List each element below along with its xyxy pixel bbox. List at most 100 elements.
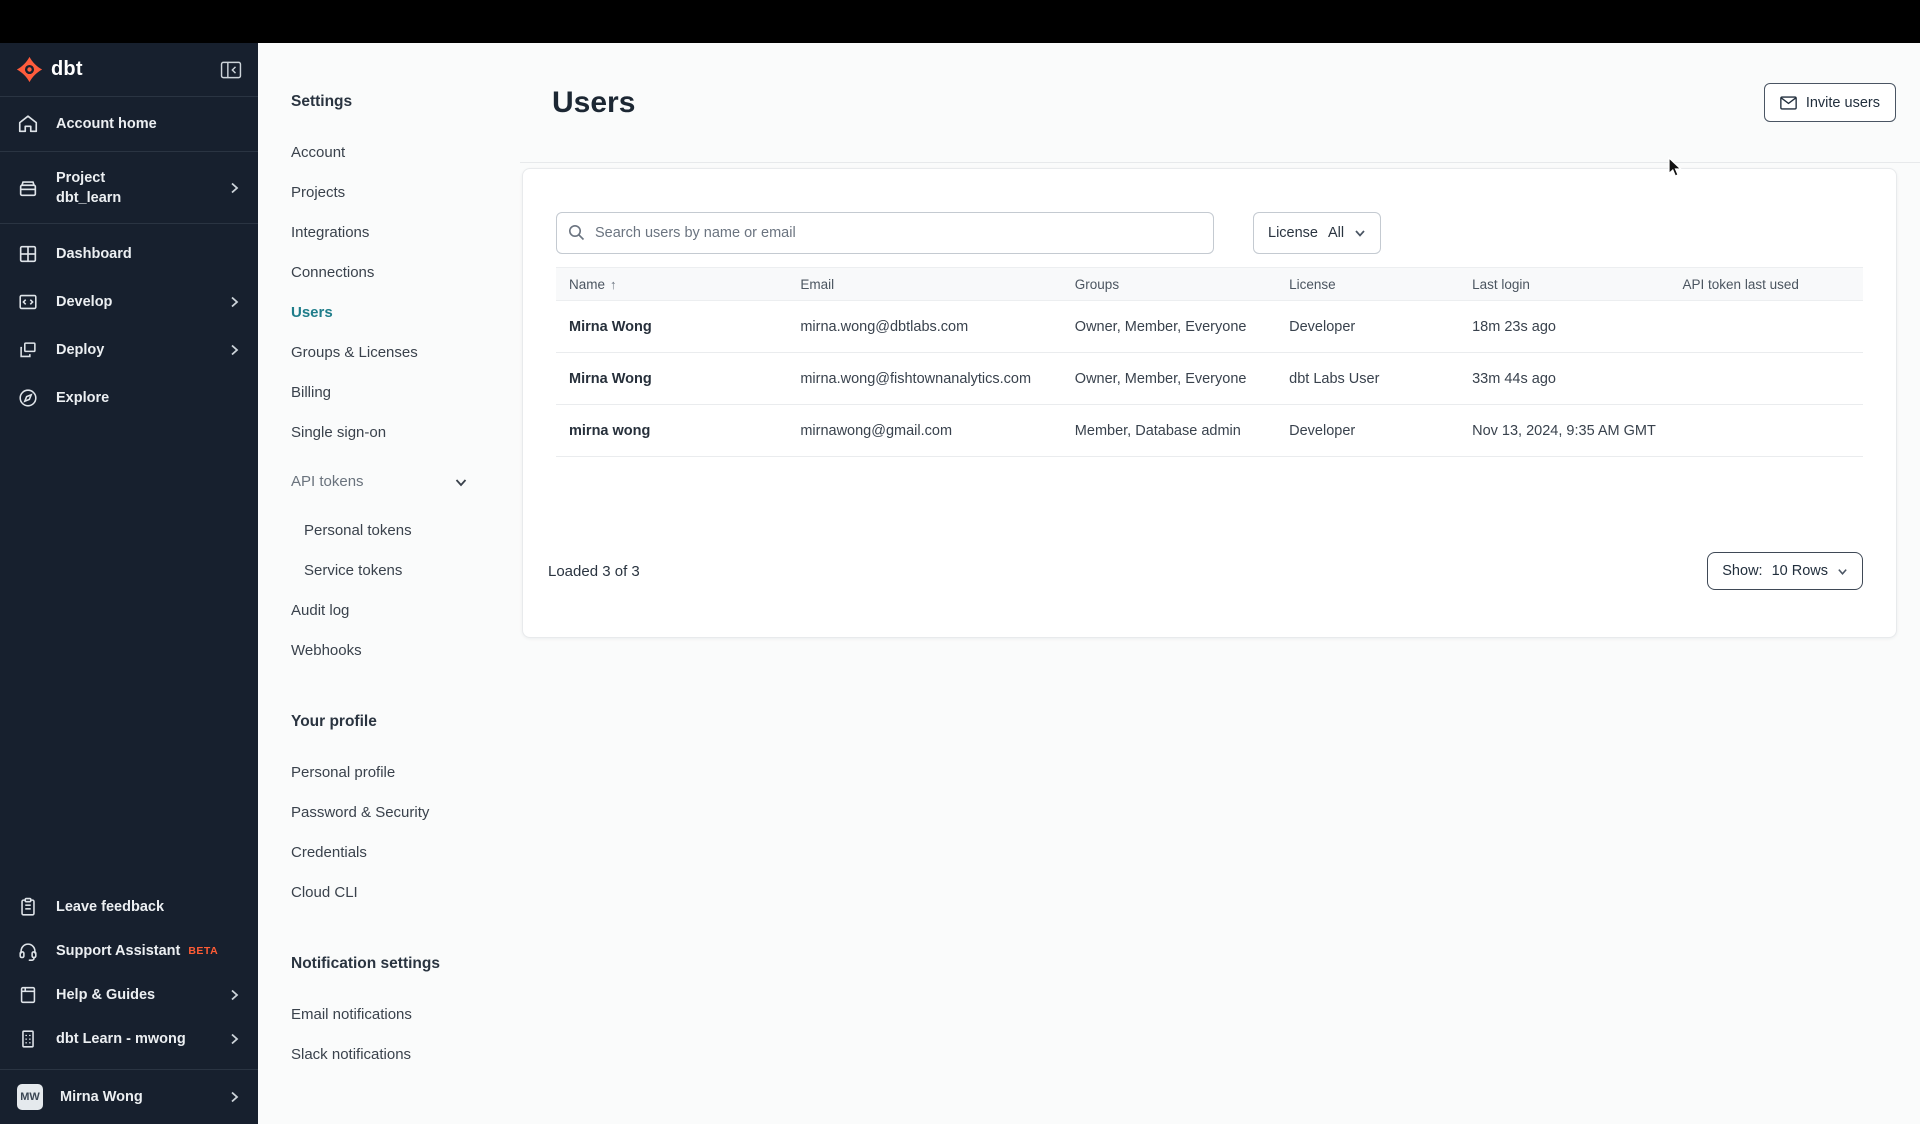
settings-nav-item-slack-notifications[interactable]: Slack notifications <box>291 1035 520 1075</box>
sidebar-user-menu[interactable]: MW Mirna Wong <box>0 1070 258 1124</box>
sidebar-item-account-home[interactable]: Account home <box>0 97 258 152</box>
column-header-last-login[interactable]: Last login <box>1459 277 1669 292</box>
search-field-wrap <box>556 212 1214 254</box>
column-header-name[interactable]: Name ↑ <box>556 277 787 292</box>
develop-icon <box>19 294 37 310</box>
user-groups-cell: Member, Database admin <box>1074 422 1241 439</box>
page-header: Users Invite users <box>520 43 1920 163</box>
settings-nav-item-integrations[interactable]: Integrations <box>291 213 520 253</box>
settings-nav-item-label: Users <box>291 304 333 321</box>
sidebar-item-leave-feedback[interactable]: Leave feedback <box>0 885 258 929</box>
table-row[interactable]: Mirna Wong mirna.wong@fishtownanalytics.… <box>556 353 1863 405</box>
sidebar-item-develop[interactable]: Develop <box>0 278 258 326</box>
sidebar-item-label: Develop <box>56 293 113 310</box>
chevron-right-icon <box>231 989 239 1001</box>
table-row[interactable]: Mirna Wong mirna.wong@dbtlabs.com Owner,… <box>556 301 1863 353</box>
settings-nav-item-users[interactable]: Users <box>272 293 520 333</box>
settings-nav-item-cloud-cli[interactable]: Cloud CLI <box>291 873 520 913</box>
settings-nav-item-personal-tokens[interactable]: Personal tokens <box>291 511 520 551</box>
sidebar-item-label: Explore <box>56 389 110 406</box>
sidebar-item-label: Support Assistant <box>56 942 181 959</box>
sidebar-item-deploy[interactable]: Deploy <box>0 326 258 374</box>
settings-nav-item-email-notifications[interactable]: Email notifications <box>291 995 520 1035</box>
search-input[interactable] <box>556 212 1214 254</box>
user-groups-cell: Owner, Member, Everyone <box>1074 370 1247 387</box>
settings-nav-item-credentials[interactable]: Credentials <box>291 833 520 873</box>
user-last-login-cell: 18m 23s ago <box>1472 318 1556 335</box>
settings-nav-item-single-sign-on[interactable]: Single sign-on <box>291 413 520 453</box>
column-header-email[interactable]: Email <box>787 277 1061 292</box>
sidebar-item-help-guides[interactable]: Help & Guides <box>0 973 258 1017</box>
user-license-cell: Developer <box>1289 422 1356 439</box>
dbt-logo-text: dbt <box>51 58 83 80</box>
top-black-bar <box>0 0 1920 43</box>
user-email-cell: mirna.wong@dbtlabs.com <box>800 318 969 335</box>
settings-nav-title: Settings <box>291 93 353 110</box>
chevron-down-icon <box>455 479 467 487</box>
deploy-icon <box>20 342 36 358</box>
users-toolbar: License All <box>523 169 1896 254</box>
sidebar-item-dbt-learn-account[interactable]: dbt Learn - mwong <box>0 1017 258 1061</box>
settings-nav-item-projects[interactable]: Projects <box>291 173 520 213</box>
settings-nav-item-personal-profile[interactable]: Personal profile <box>291 753 520 793</box>
settings-nav-item-groups-licenses[interactable]: Groups & Licenses <box>291 333 520 373</box>
show-label: Show: <box>1722 563 1763 579</box>
invite-users-button[interactable]: Invite users <box>1763 83 1896 122</box>
beta-badge: BETA <box>188 945 219 957</box>
sidebar-project-name: dbt_learn <box>56 189 122 206</box>
table-footer: Loaded 3 of 3 Show: 10 Rows <box>548 552 1863 590</box>
sidebar-item-explore[interactable]: Explore <box>0 374 258 422</box>
chevron-right-icon <box>231 344 239 356</box>
your-profile-title: Your profile <box>291 713 377 730</box>
chevron-down-icon <box>1838 568 1847 575</box>
settings-nav-item-api-tokens[interactable]: API tokens <box>291 462 520 502</box>
sidebar-item-label: Leave feedback <box>56 898 165 915</box>
user-license-cell: dbt Labs User <box>1289 370 1380 387</box>
loaded-count-text: Loaded 3 of 3 <box>548 562 640 580</box>
settings-nav-item-service-tokens[interactable]: Service tokens <box>291 551 520 591</box>
table-row[interactable]: mirna wong mirnawong@gmail.com Member, D… <box>556 405 1863 457</box>
dbt-logo-icon <box>16 56 43 83</box>
license-filter-dropdown[interactable]: License All <box>1253 212 1382 254</box>
chevron-right-icon <box>231 296 239 308</box>
sidebar-item-support-assistant[interactable]: Support Assistant BETA <box>0 929 258 973</box>
sidebar-item-project[interactable]: Project dbt_learn <box>0 152 258 224</box>
sidebar-item-label: Project <box>56 170 106 187</box>
settings-nav-item-label: API tokens <box>291 473 364 490</box>
users-content: License All Name↑ Email Groups License L… <box>520 163 1920 638</box>
sidebar-item-label: Dashboard <box>56 245 132 262</box>
sidebar-item-label: Account home <box>56 115 157 132</box>
user-name-cell: Mirna Wong <box>569 318 652 335</box>
home-icon <box>18 115 38 133</box>
settings-nav-item-webhooks[interactable]: Webhooks <box>291 631 520 671</box>
user-name-cell: Mirna Wong <box>569 370 652 387</box>
sidebar-item-label: Help & Guides <box>56 986 156 1003</box>
invite-users-label: Invite users <box>1805 94 1880 111</box>
clipboard-icon <box>21 897 35 916</box>
rows-per-page-dropdown[interactable]: Show: 10 Rows <box>1707 552 1863 590</box>
chevron-down-icon <box>1355 230 1365 237</box>
sort-asc-icon: ↑ <box>610 276 617 292</box>
user-license-cell: Developer <box>1289 318 1356 335</box>
page-title: Users <box>552 85 636 119</box>
mail-icon <box>1780 95 1797 110</box>
column-header-api-token[interactable]: API token last used <box>1670 277 1863 292</box>
sidebar-item-label: dbt Learn - mwong <box>56 1030 186 1047</box>
settings-nav-item-account[interactable]: Account <box>291 133 520 173</box>
chevron-right-icon <box>231 1091 239 1103</box>
user-last-login-cell: 33m 44s ago <box>1472 370 1556 387</box>
headset-icon <box>19 943 37 961</box>
chevron-right-icon <box>231 182 239 193</box>
column-header-license[interactable]: License <box>1276 277 1459 292</box>
settings-nav-item-audit-log[interactable]: Audit log <box>291 591 520 631</box>
sidebar-item-label: Deploy <box>56 341 105 358</box>
settings-nav-item-password-security[interactable]: Password & Security <box>291 793 520 833</box>
users-table: Name ↑ Email Groups License Last login AP… <box>556 267 1863 457</box>
explore-icon <box>19 389 37 407</box>
settings-nav-item-connections[interactable]: Connections <box>291 253 520 293</box>
column-header-groups[interactable]: Groups <box>1062 277 1276 292</box>
sidebar-item-dashboard[interactable]: Dashboard <box>0 230 258 278</box>
show-value: 10 Rows <box>1771 563 1828 579</box>
settings-nav-item-billing[interactable]: Billing <box>291 373 520 413</box>
collapse-sidebar-icon[interactable] <box>220 61 242 79</box>
